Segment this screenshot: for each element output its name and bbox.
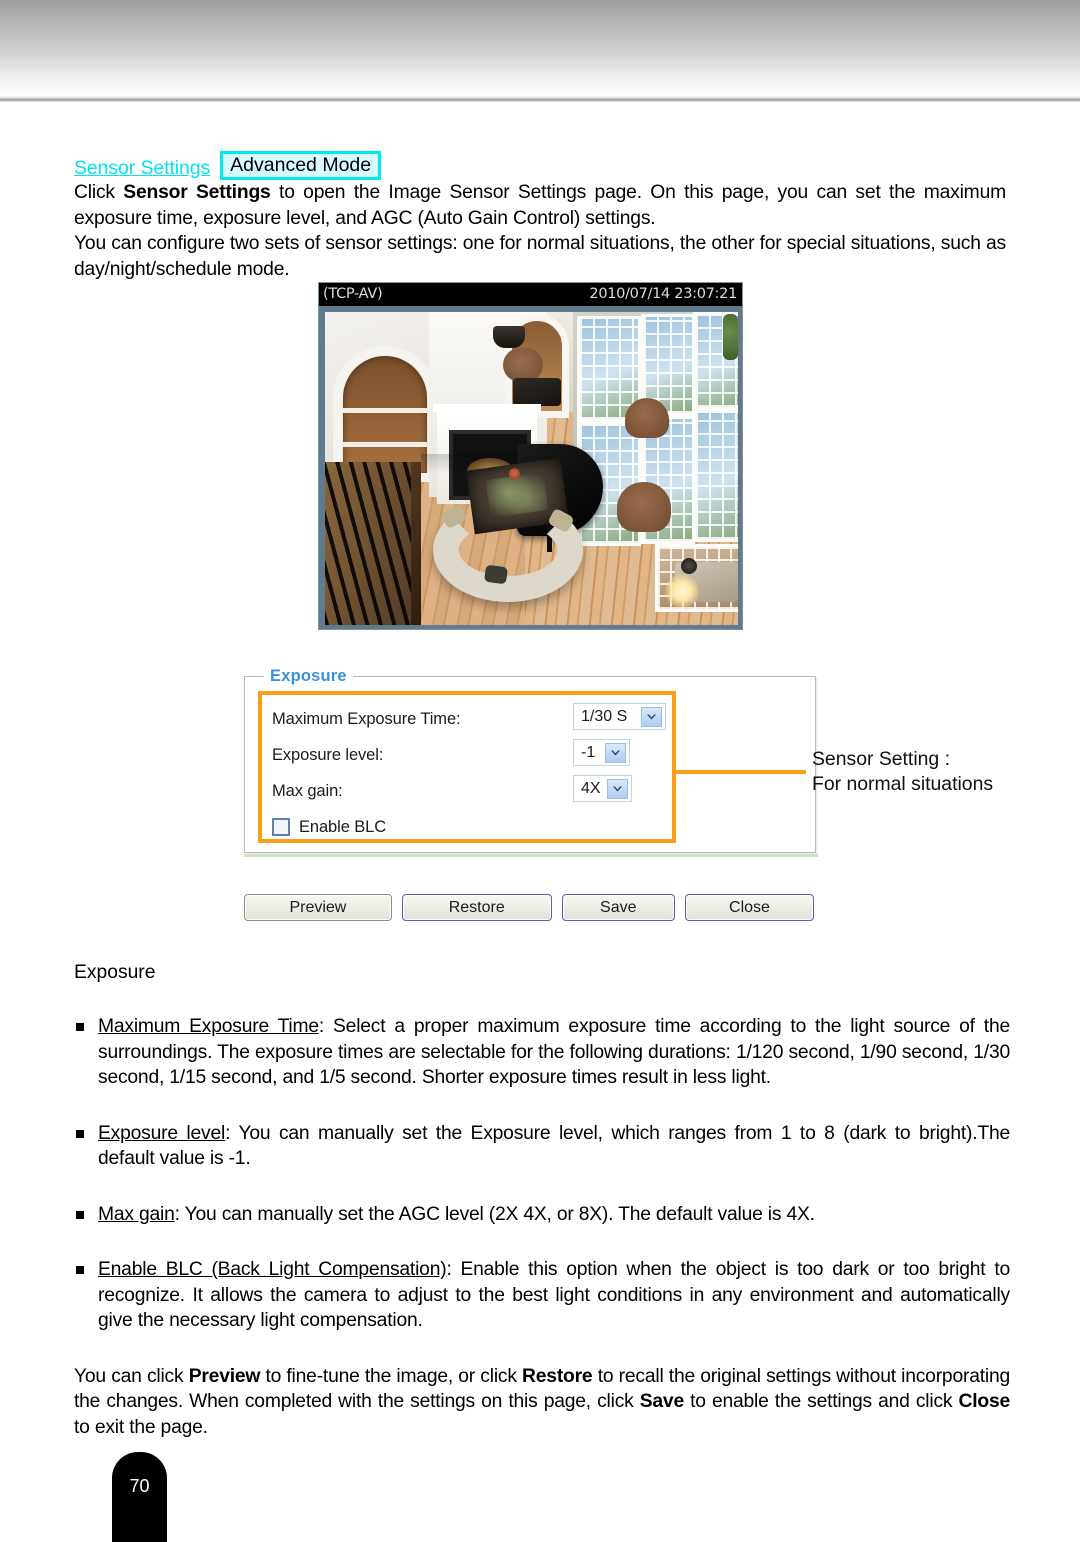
advanced-mode-badge: Advanced Mode — [220, 150, 382, 180]
page-number-tab: 70 — [112, 1452, 167, 1542]
exposure-legend: Exposure — [264, 667, 353, 686]
select-maximum-exposure-time[interactable]: 1/30 S — [573, 703, 666, 730]
checkbox-icon[interactable] — [272, 818, 290, 836]
restore-button[interactable]: Restore — [401, 894, 552, 921]
video-osd-protocol: (TCP-AV) — [323, 286, 383, 302]
document-page: Sensor Settings Advanced Mode Click Sens… — [0, 0, 1080, 1542]
video-frame — [325, 312, 738, 625]
sensor-settings-link[interactable]: Sensor Settings — [74, 158, 210, 179]
label-maximum-exposure-time: Maximum Exposure Time: — [272, 709, 461, 728]
closing-bold-restore: Restore — [522, 1365, 593, 1387]
closing-bold-close: Close — [958, 1391, 1010, 1412]
video-osd-timestamp: 2010/07/14 23:07:21 — [589, 286, 737, 302]
list-item: Enable BLC (Back Light Compensation): En… — [74, 1257, 1010, 1334]
bullet-text-max-gain: : You can manually set the AGC level (2X… — [174, 1203, 815, 1225]
bullet-text-exposure-level: : You can manually set the Exposure leve… — [98, 1122, 1010, 1170]
details-section: Exposure Maximum Exposure Time: Select a… — [74, 962, 1010, 1440]
intro-p1-pre: Click — [74, 182, 124, 203]
page-header-band — [0, 0, 1080, 96]
video-preview: (TCP-AV) 2010/07/14 23:07:21 — [318, 282, 743, 630]
select-exposure-level[interactable]: -1 — [573, 739, 630, 766]
row-exposure-level: Exposure level: — [272, 741, 383, 769]
bullet-term-maximum-exposure-time: Maximum Exposure Time — [98, 1016, 319, 1037]
living-room-scene-image — [325, 312, 738, 625]
intro-p1-bold: Sensor Settings — [123, 182, 271, 203]
intro-paragraph-1: Click Sensor Settings to open the Image … — [74, 180, 1006, 231]
closing-seg-4: to enable the settings and click — [683, 1391, 959, 1412]
closing-seg-5: to exit the page. — [74, 1416, 208, 1438]
close-button[interactable]: Close — [684, 894, 815, 921]
bullet-term-max-gain: Max gain — [98, 1203, 175, 1225]
chevron-down-icon[interactable] — [607, 778, 628, 799]
sensor-settings-heading-row: Sensor Settings Advanced Mode — [74, 148, 1006, 180]
select-value-maximum-exposure-time: 1/30 S — [581, 707, 628, 725]
chevron-down-icon[interactable] — [641, 706, 662, 727]
annotation-line-2: For normal situations — [812, 773, 994, 795]
list-item: Maximum Exposure Time: Select a proper m… — [74, 1014, 1010, 1091]
label-enable-blc: Enable BLC — [299, 817, 387, 836]
row-enable-blc[interactable]: Enable BLC — [272, 813, 386, 841]
page-number: 70 — [129, 1476, 150, 1496]
closing-paragraph: You can click Preview to fine-tune the i… — [74, 1364, 1010, 1441]
video-osd-bar: (TCP-AV) 2010/07/14 23:07:21 — [319, 283, 742, 306]
chevron-down-icon[interactable] — [605, 742, 626, 763]
callout-leader-line — [676, 770, 806, 774]
label-exposure-level: Exposure level: — [272, 745, 384, 764]
row-maximum-exposure-time: Maximum Exposure Time: — [272, 705, 461, 733]
intro-section: Sensor Settings Advanced Mode Click Sens… — [74, 148, 1006, 282]
annotation-line-1: Sensor Setting : — [812, 748, 950, 770]
page-header-rule — [0, 96, 1080, 102]
select-max-gain[interactable]: 4X — [573, 775, 632, 802]
bullet-term-exposure-level: Exposure level — [98, 1122, 226, 1144]
list-item: Max gain: You can manually set the AGC l… — [74, 1202, 1010, 1228]
list-item: Exposure level: You can manually set the… — [74, 1121, 1010, 1172]
preview-button[interactable]: Preview — [244, 894, 392, 921]
row-max-gain: Max gain: — [272, 777, 343, 805]
callout-annotation: Sensor Setting : For normal situations — [812, 747, 993, 797]
save-button[interactable]: Save — [561, 894, 675, 921]
closing-bold-preview: Preview — [188, 1365, 261, 1387]
select-value-exposure-level: -1 — [581, 743, 596, 761]
closing-seg-1: You can click — [74, 1365, 189, 1387]
intro-paragraph-2: You can configure two sets of sensor set… — [74, 233, 1006, 280]
bullet-term-enable-blc: Enable BLC (Back Light Compensation) — [98, 1259, 447, 1280]
closing-seg-2: to fine-tune the image, or click — [260, 1365, 523, 1387]
select-value-max-gain: 4X — [581, 779, 601, 797]
label-max-gain: Max gain: — [272, 781, 343, 800]
panel-button-row: Preview Restore Save Close — [244, 894, 815, 921]
details-section-title: Exposure — [74, 962, 156, 983]
panel-underline — [244, 854, 818, 857]
closing-bold-save: Save — [639, 1391, 684, 1412]
